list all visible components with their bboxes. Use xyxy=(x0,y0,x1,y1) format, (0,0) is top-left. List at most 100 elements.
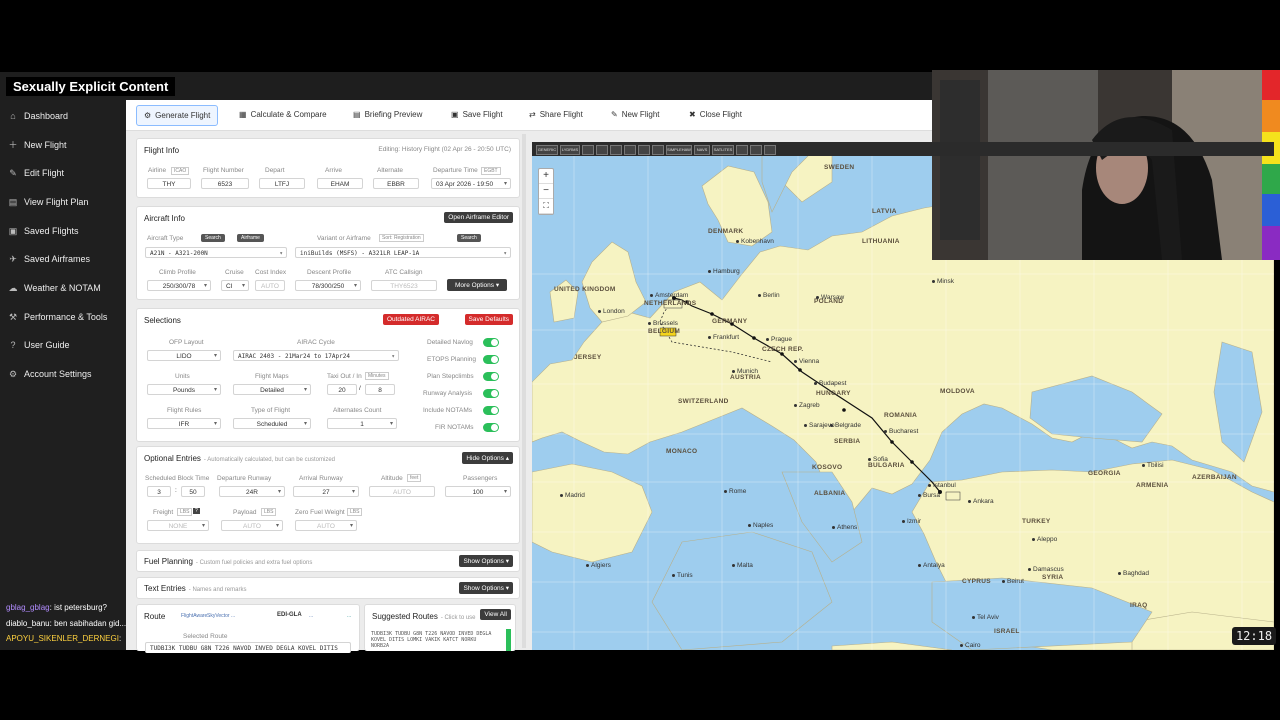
cruise-select[interactable]: CI ▾ xyxy=(221,280,249,291)
fuel-show-options-button[interactable]: Show Options ▾ xyxy=(459,555,513,567)
search-tag[interactable]: Search xyxy=(457,234,481,242)
open-airframe-editor-button[interactable]: Open Airframe Editor xyxy=(444,212,513,223)
arrive-field[interactable]: EHAM xyxy=(317,178,363,189)
alternates-count-select[interactable]: 1 ▾ xyxy=(327,418,397,429)
etops-planning-toggle[interactable] xyxy=(483,355,499,364)
map-city-label: Damascus xyxy=(1028,566,1064,573)
route-provider-link[interactable]: SkyVector xyxy=(207,613,230,619)
variant-sort[interactable]: Sort: Registration xyxy=(379,234,424,242)
detailed-navlog-toggle[interactable] xyxy=(483,338,499,347)
altitude-field[interactable]: AUTO xyxy=(369,486,435,497)
payload-select[interactable]: AUTO ▾ xyxy=(221,520,283,531)
sidebar-item-saved-flights[interactable]: ▣ Saved Flights xyxy=(0,220,126,242)
text-show-options-button[interactable]: Show Options ▾ xyxy=(459,582,513,594)
ofp-layout-select[interactable]: LIDO ▾ xyxy=(147,350,221,361)
sidebar-item-view-flight-plan[interactable]: ▤ View Flight Plan xyxy=(0,191,126,213)
airframe-tag[interactable]: Airframe xyxy=(237,234,264,242)
taxi-in-field[interactable]: 8 xyxy=(365,384,395,395)
route-provider-link[interactable]: EDI-GLA xyxy=(277,612,302,618)
view-all-button[interactable]: View All xyxy=(480,609,511,620)
depart-field[interactable]: LTFJ xyxy=(259,178,305,189)
map-city-label: Aleppo xyxy=(1032,536,1057,543)
aircraft-type-select[interactable]: A21N - A321-200N ▾ xyxy=(145,247,287,258)
passengers-select[interactable]: 100 ▾ xyxy=(445,486,511,497)
chevron-down-icon: ▾ xyxy=(349,523,353,529)
cost-index-field[interactable]: AUTO xyxy=(255,280,285,291)
map-layer-button[interactable]: SIMPLEHAW xyxy=(666,145,692,155)
variant-select[interactable]: iniBuilds (MSFS) - A321LR LEAP-1A ▾ xyxy=(295,247,511,258)
more-options-button[interactable]: More Options ▾ xyxy=(447,279,508,291)
sidebar-item-dashboard[interactable]: ⌂ Dashboard xyxy=(0,105,126,127)
block-minutes-field[interactable]: 50 xyxy=(181,486,205,497)
route-textarea[interactable]: TUDBI3K TUDBU G8N T226 NAVOD INVED DEGLA… xyxy=(145,642,351,653)
route-provider-link[interactable]: ... xyxy=(309,613,313,619)
sidebar-item-edit-flight[interactable]: ✎ Edit Flight xyxy=(0,162,126,184)
sidebar-item-user-guide[interactable]: ? User Guide xyxy=(0,334,126,356)
map-layer-button[interactable]: NAVS xyxy=(694,145,710,155)
zoom-out-button[interactable]: − xyxy=(539,184,553,199)
sidebar-item-saved-airframes[interactable]: ✈ Saved Airframes xyxy=(0,248,126,270)
share-flight-button[interactable]: ⇄ Share Flight xyxy=(522,105,590,124)
close-flight-button[interactable]: ✖ Close Flight xyxy=(682,105,749,124)
suggested-route-item[interactable]: TUDBI3K TUDBU G8N T226 NAVOD INVED DEGLA… xyxy=(371,631,497,649)
airline-field[interactable]: THY xyxy=(147,178,191,189)
outdated-airac-badge[interactable]: Outdated AIRAC xyxy=(382,314,439,325)
block-hours-field[interactable]: 3 xyxy=(147,486,171,497)
map-layer-button[interactable] xyxy=(652,145,664,155)
taxi-out-field[interactable]: 20 xyxy=(327,384,357,395)
hide-options-button[interactable]: Hide Options ▴ xyxy=(462,452,513,464)
map-layer-button[interactable] xyxy=(624,145,636,155)
map-layer-button[interactable] xyxy=(582,145,594,155)
map-layer-button[interactable] xyxy=(736,145,748,155)
map-layer-button[interactable] xyxy=(764,145,776,155)
flight-rules-select[interactable]: IFR ▾ xyxy=(147,418,221,429)
panel-scrollbar[interactable] xyxy=(522,134,526,648)
fir-notams-toggle[interactable] xyxy=(483,423,499,432)
map-layer-button[interactable] xyxy=(610,145,622,155)
map-layer-button[interactable] xyxy=(596,145,608,155)
save-defaults-button[interactable]: Save Defaults xyxy=(464,314,513,325)
map-layer-button[interactable]: GENERIC xyxy=(536,145,558,155)
route-provider-link[interactable]: ... xyxy=(347,613,351,619)
flight-maps-select[interactable]: Detailed ▾ xyxy=(233,384,311,395)
search-tag[interactable]: Search xyxy=(201,234,225,242)
sidebar-item-new-flight[interactable]: ＋ New Flight xyxy=(0,134,126,156)
units-select[interactable]: Pounds ▾ xyxy=(147,384,221,395)
help-icon[interactable]: ? xyxy=(193,508,200,514)
arrival-runway-select[interactable]: 27 ▾ xyxy=(293,486,359,497)
route-provider-link[interactable]: FlightAware xyxy=(181,613,207,619)
sidebar-item-weather-notam[interactable]: ☁ Weather & NOTAM xyxy=(0,277,126,299)
plan-stepclimbs-toggle[interactable] xyxy=(483,372,499,381)
save-flight-button[interactable]: ▣ Save Flight xyxy=(444,105,510,124)
chevron-down-icon: ▾ xyxy=(505,558,509,565)
alternate-field[interactable]: EBBR xyxy=(373,178,419,189)
sidebar-item-account-settings[interactable]: ⚙ Account Settings xyxy=(0,363,126,385)
fullscreen-button[interactable]: ⛶ xyxy=(539,199,553,214)
sidebar-item-performance-tools[interactable]: ⚒ Performance & Tools xyxy=(0,306,126,328)
runway-analysis-toggle[interactable] xyxy=(483,389,499,398)
new-flight-button[interactable]: ✎ New Flight xyxy=(604,105,667,124)
map-layer-button[interactable]: SATLITES xyxy=(712,145,734,155)
include-notams-toggle[interactable] xyxy=(483,406,499,415)
zfw-select[interactable]: AUTO ▾ xyxy=(295,520,357,531)
departure-runway-select[interactable]: 24R ▾ xyxy=(219,486,285,497)
map-layer-button[interactable]: LYDRMS xyxy=(560,145,580,155)
climb-profile-select[interactable]: 250/300/78 ▾ xyxy=(147,280,211,291)
calculate-compare-button[interactable]: ▦ Calculate & Compare xyxy=(232,105,334,124)
briefing-preview-button[interactable]: ▤ Briefing Preview xyxy=(346,105,429,124)
generate-flight-button[interactable]: ⚙ Generate Flight xyxy=(136,105,219,126)
route-provider-link[interactable]: ... xyxy=(231,613,235,619)
map-city-label: Athens xyxy=(832,524,857,531)
freight-select[interactable]: NONE ▾ xyxy=(147,520,209,531)
timezone-tag[interactable]: EGBT xyxy=(481,167,501,175)
airac-cycle-select[interactable]: AIRAC 2403 - 21Mar24 to 17Apr24 ▾ xyxy=(233,350,399,361)
atc-callsign-field[interactable]: THY6523 xyxy=(371,280,437,291)
map-country-label: JERSEY xyxy=(574,354,602,361)
map-layer-button[interactable] xyxy=(750,145,762,155)
departure-time-field[interactable]: 03 Apr 2026 - 19:50 ▾ xyxy=(431,178,511,189)
map-layer-button[interactable] xyxy=(638,145,650,155)
flight-number-field[interactable]: 6523 xyxy=(201,178,249,189)
zoom-in-button[interactable]: + xyxy=(539,169,553,184)
descent-profile-select[interactable]: 78/300/250 ▾ xyxy=(295,280,361,291)
type-of-flight-select[interactable]: Scheduled ▾ xyxy=(233,418,311,429)
